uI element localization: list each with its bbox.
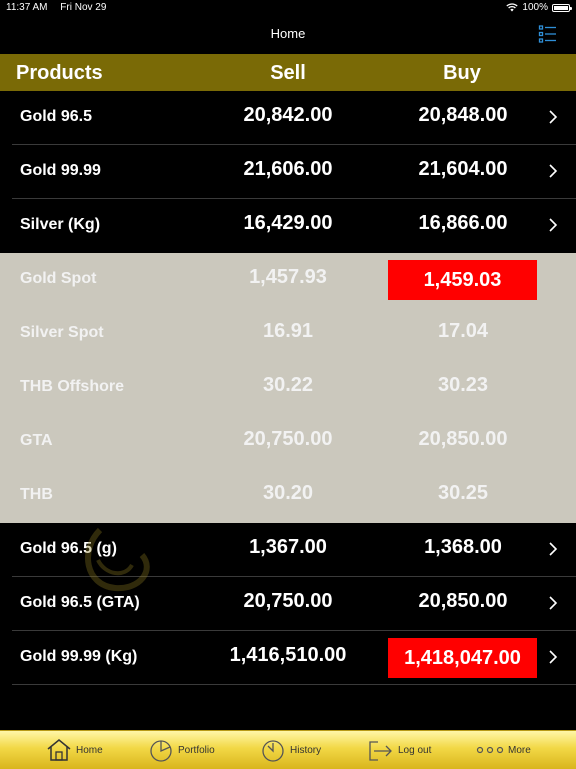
product-name: Silver Spot [20, 324, 104, 341]
sell-price: 1,367.00 [249, 536, 327, 558]
status-right: 100% [506, 2, 572, 13]
header-products: Products [16, 62, 103, 84]
product-name: Gold 99.99 [20, 162, 101, 179]
sell-price: 20,750.00 [243, 428, 333, 450]
status-bar: 11:37 AM Fri Nov 29 100% [0, 0, 576, 16]
product-name: THB Offshore [20, 378, 124, 395]
sell-price: 16.91 [262, 320, 314, 342]
price-row-gold-96-5-g[interactable]: Gold 96.5 (g) 1,367.00 1,368.00 [0, 523, 576, 577]
sell-price: 16,429.00 [243, 212, 333, 234]
buy-price-highlight: 1,459.03 [388, 260, 537, 300]
tab-portfolio-label: Portfolio [178, 744, 215, 756]
tab-bar: Home Portfolio History Log out More [0, 730, 576, 769]
product-name: GTA [20, 432, 53, 449]
sell-price: 30.20 [262, 482, 314, 504]
tab-history-label: History [290, 744, 322, 756]
product-name: THB [20, 486, 53, 503]
house-icon [47, 739, 71, 761]
sell-price: 20,842.00 [243, 104, 333, 126]
tab-logout-label: Log out [398, 744, 432, 756]
price-row-thb: THB 30.20 30.25 [0, 469, 576, 523]
tab-home-label: Home [76, 744, 103, 756]
price-row-gold-96-5-gta[interactable]: Gold 96.5 (GTA) 20,750.00 20,850.00 [0, 577, 576, 631]
header-sell: Sell [270, 62, 306, 84]
chevron-right-icon [549, 596, 558, 610]
sell-price: 1,416,510.00 [229, 644, 347, 666]
buy-price: 1,368.00 [424, 536, 502, 558]
sell-price: 1,457.93 [249, 266, 327, 288]
list-view-button[interactable] [538, 24, 558, 44]
chevron-right-icon [549, 542, 558, 556]
tab-logout[interactable]: Log out [368, 731, 431, 769]
price-row-gold-99-99-kg[interactable]: Gold 99.99 (Kg) 1,416,510.00 1,418,047.0… [0, 631, 576, 685]
buy-price: 16,866.00 [418, 212, 508, 234]
battery-icon [552, 3, 572, 12]
buy-price: 20,848.00 [418, 104, 508, 126]
more-dots-icon [476, 746, 504, 754]
tab-more[interactable]: More [476, 731, 531, 769]
product-name: Silver (Kg) [20, 216, 101, 233]
price-table: Gold 96.5 20,842.00 20,848.00 Gold 99.99… [0, 91, 576, 685]
product-name: Gold 96.5 [20, 108, 93, 125]
price-row-gold-96-5[interactable]: Gold 96.5 20,842.00 20,848.00 [0, 91, 576, 145]
status-date: Fri Nov 29 [60, 2, 107, 13]
product-name: Gold 99.99 (Kg) [20, 648, 138, 665]
header-buy: Buy [443, 62, 481, 84]
sell-price: 30.22 [262, 374, 314, 396]
buy-price: 20,850.00 [418, 590, 508, 612]
buy-price: 17.04 [437, 320, 489, 342]
navigation-bar: Home [0, 16, 576, 54]
price-row-gta: GTA 20,750.00 20,850.00 [0, 415, 576, 469]
pie-chart-icon [150, 740, 172, 762]
table-header: Products Sell Buy [0, 54, 576, 91]
buy-price: 20,850.00 [418, 428, 508, 450]
tab-home[interactable]: Home [46, 731, 103, 769]
chevron-right-icon [549, 110, 558, 124]
list-icon [538, 25, 556, 43]
tab-portfolio[interactable]: Portfolio [148, 731, 215, 769]
status-left: 11:37 AM Fri Nov 29 [6, 2, 116, 13]
battery-percent: 100% [522, 2, 548, 13]
buy-price-highlight: 1,418,047.00 [388, 638, 537, 678]
clock-icon [262, 740, 284, 762]
tab-history[interactable]: History [260, 731, 321, 769]
price-row-gold-spot: Gold Spot 1,457.93 1,459.03 [0, 253, 576, 307]
product-name: Gold 96.5 (GTA) [20, 594, 140, 611]
buy-price: 21,604.00 [418, 158, 508, 180]
sell-price: 21,606.00 [243, 158, 333, 180]
product-name: Gold 96.5 (g) [20, 540, 117, 557]
price-row-silver-kg[interactable]: Silver (Kg) 16,429.00 16,866.00 [0, 199, 576, 253]
wifi-icon [506, 3, 519, 12]
price-row-silver-spot: Silver Spot 16.91 17.04 [0, 307, 576, 361]
price-row-gold-99-99[interactable]: Gold 99.99 21,606.00 21,604.00 [0, 145, 576, 199]
tab-more-label: More [508, 744, 531, 756]
product-name: Gold Spot [20, 270, 97, 287]
logout-icon [369, 741, 392, 761]
chevron-right-icon [549, 650, 558, 664]
price-row-thb-offshore: THB Offshore 30.22 30.23 [0, 361, 576, 415]
sell-price: 20,750.00 [243, 590, 333, 612]
buy-price: 30.25 [437, 482, 489, 504]
status-time: 11:37 AM [6, 2, 48, 13]
buy-price: 30.23 [437, 374, 489, 396]
chevron-right-icon [549, 164, 558, 178]
page-title: Home [270, 26, 306, 41]
chevron-right-icon [549, 218, 558, 232]
